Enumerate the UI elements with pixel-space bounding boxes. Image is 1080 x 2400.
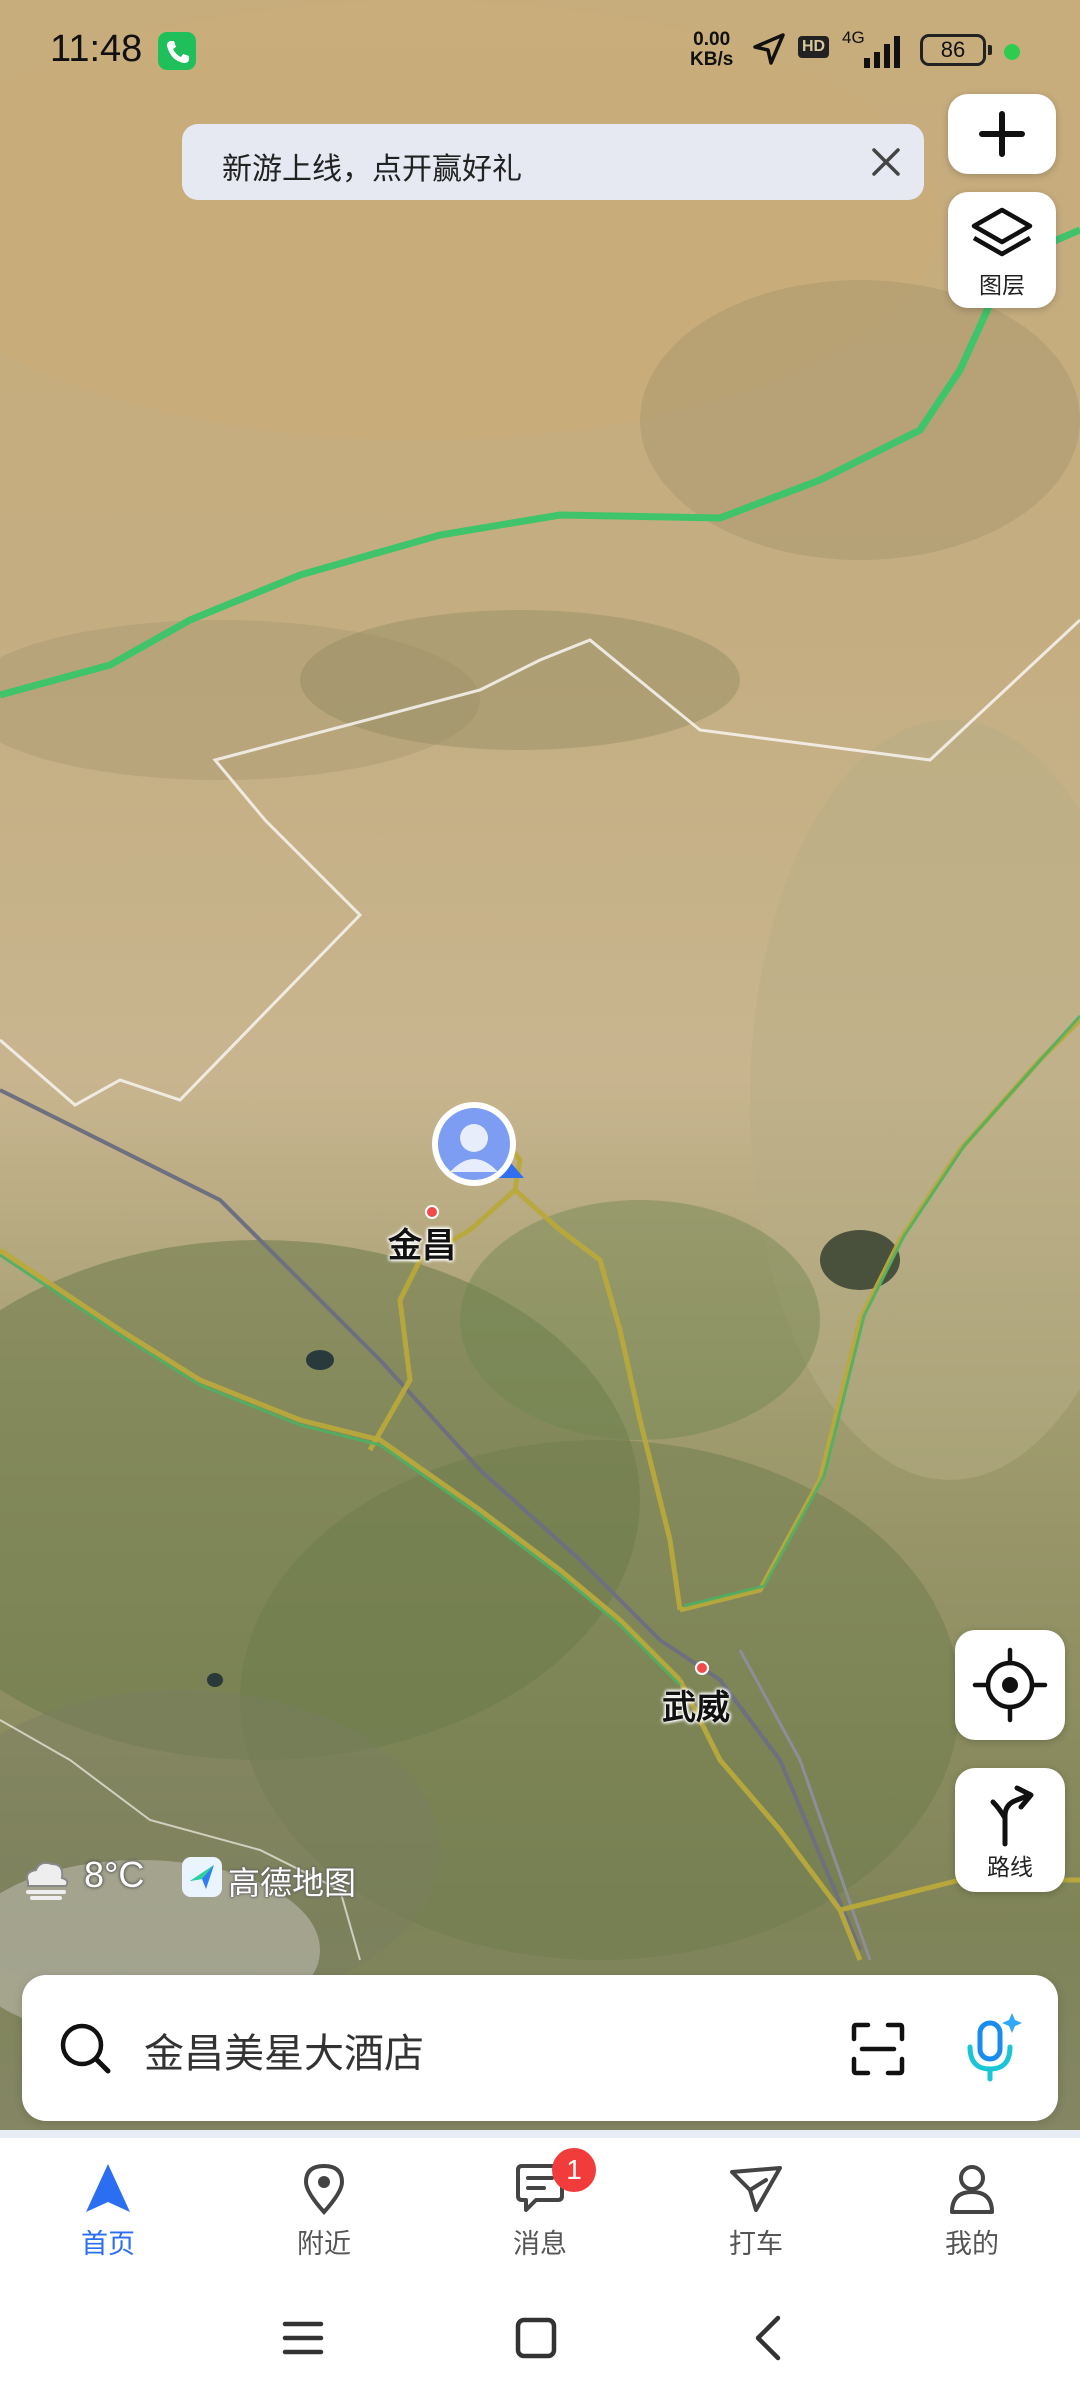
cloudy-weather-icon (26, 1861, 69, 1900)
bottom-tab-bar: 首页 附近 1 消息 打车 我的 (0, 2130, 1080, 2278)
profile-icon (950, 2165, 994, 2214)
banner-text: 新游上线，点开赢好礼 (222, 153, 522, 186)
city-label-wuwei[interactable]: 武威 (662, 1680, 730, 1729)
user-location-avatar[interactable] (428, 1098, 528, 1190)
tab-taxi[interactable]: 打车 (686, 2158, 826, 2268)
add-button[interactable] (948, 94, 1056, 174)
poi-dot-icon (695, 1661, 709, 1675)
status-time: 11:48 (50, 28, 143, 70)
locate-crosshair-icon (972, 1647, 1048, 1723)
search-input[interactable]: 金昌美星大酒店 (144, 2021, 424, 2079)
status-bar: 11:48 0.00 KB/s HD 4G 86 (0, 0, 1080, 100)
weather-temperature: 8°C (84, 1854, 145, 1895)
city-label-jinchang[interactable]: 金昌 (388, 1218, 456, 1267)
tab-profile[interactable]: 我的 (902, 2158, 1042, 2268)
net-speed: 0.00 KB/s (690, 29, 734, 70)
location-pin-icon (303, 2163, 345, 2215)
phone-call-icon (158, 32, 196, 70)
location-arrow-icon (753, 33, 785, 65)
search-icon (60, 2023, 111, 2074)
taxi-icon (730, 2166, 782, 2212)
brand-name: 高德地图 (228, 1865, 357, 1901)
locate-button[interactable] (955, 1630, 1065, 1740)
route-label: 路线 (987, 1854, 1033, 1880)
home-arrow-icon (86, 2164, 130, 2212)
layers-button[interactable]: 图层 (948, 192, 1056, 308)
layers-label: 图层 (979, 272, 1025, 298)
route-button[interactable]: 路线 (955, 1768, 1065, 1892)
signal-icon (864, 36, 900, 68)
route-arrow-icon (990, 1785, 1034, 1847)
tab-nearby[interactable]: 附近 (254, 2158, 394, 2268)
message-badge: 1 (552, 2148, 596, 2192)
menu-icon[interactable] (273, 2308, 333, 2368)
tab-messages[interactable]: 1 消息 (470, 2148, 610, 2268)
close-icon[interactable] (862, 138, 910, 186)
voice-assistant-icon[interactable] (952, 2007, 1032, 2087)
hd-icon: HD (798, 36, 830, 58)
promo-banner[interactable]: 新游上线，点开赢好礼 (182, 124, 924, 200)
tab-home[interactable]: 首页 (38, 2158, 178, 2268)
home-square-icon[interactable] (506, 2308, 566, 2368)
status-dot (1004, 44, 1020, 60)
battery-icon: 86 (920, 34, 992, 66)
search-bar[interactable]: 金昌美星大酒店 (22, 1975, 1058, 2121)
plus-icon (979, 111, 1025, 157)
scan-icon[interactable] (848, 2019, 908, 2079)
back-icon[interactable] (740, 2308, 800, 2368)
amap-logo-icon (182, 1857, 222, 1897)
system-navigation-bar (0, 2270, 1080, 2400)
